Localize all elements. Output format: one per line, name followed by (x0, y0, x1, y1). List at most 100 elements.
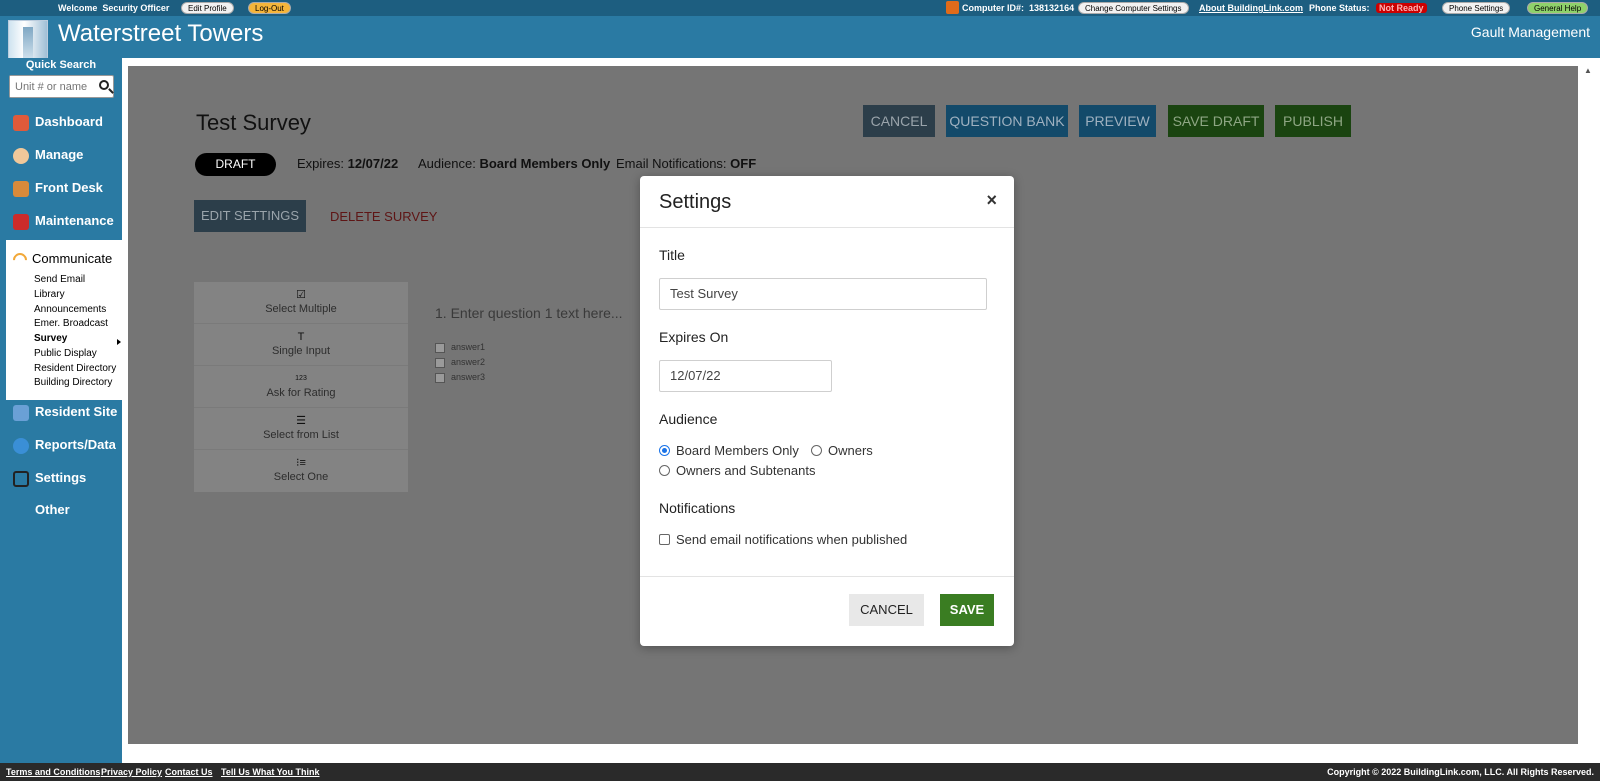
divider (640, 227, 1014, 228)
site-title: Waterstreet Towers (58, 20, 264, 47)
sidebar-item-maintenance[interactable]: Maintenance (0, 207, 122, 237)
sidebar-item-settings[interactable]: Settings (0, 464, 122, 494)
checkbox[interactable] (435, 357, 445, 368)
welcome-text: Welcome Security Officer (58, 3, 170, 13)
quick-search-label: Quick Search (25, 59, 97, 71)
terms-link[interactable]: Terms and Conditions (6, 767, 100, 777)
submenu-library[interactable]: Library (34, 289, 65, 300)
sidebar-item-label: Reports/Data (35, 437, 116, 452)
cancel-button[interactable]: CANCEL (863, 105, 935, 137)
qtype-select-from-list[interactable]: ☰ Select from List (194, 408, 408, 450)
monitor-icon (13, 405, 29, 421)
status-badge: DRAFT (195, 153, 276, 176)
sidebar-item-front-desk[interactable]: Front Desk (0, 174, 122, 204)
answer-option[interactable]: answer1 (435, 342, 485, 353)
submenu-survey[interactable]: Survey (34, 333, 67, 344)
submenu-emer-broadcast[interactable]: Emer. Broadcast (34, 318, 108, 329)
computer-id-label: Computer ID#: 138132164 (962, 3, 1075, 13)
privacy-link[interactable]: Privacy Policy (101, 767, 162, 777)
save-draft-button[interactable]: SAVE DRAFT (1168, 105, 1264, 137)
audience-radio-board[interactable]: Board Members Only (659, 443, 799, 458)
submenu-announcements[interactable]: Announcements (34, 304, 106, 315)
audience-radio-owners[interactable]: Owners (811, 443, 873, 458)
text-icon: T (297, 331, 305, 343)
qtype-select-multiple[interactable]: ☑ Select Multiple (194, 282, 408, 324)
delete-survey-link[interactable]: DELETE SURVEY (330, 209, 437, 224)
edit-profile-button[interactable]: Edit Profile (181, 2, 234, 14)
sidebar-item-dashboard[interactable]: Dashboard (0, 108, 122, 138)
title-input[interactable]: Test Survey (659, 278, 987, 310)
edit-settings-button[interactable]: EDIT SETTINGS (194, 200, 306, 232)
sidebar-item-label: Settings (35, 470, 87, 485)
sidebar-item-communicate[interactable]: Communicate (32, 251, 112, 266)
survey-title: Test Survey (196, 110, 311, 135)
publish-button[interactable]: PUBLISH (1275, 105, 1351, 137)
radio-button[interactable] (811, 445, 822, 456)
audience-radio-subtenants[interactable]: Owners and Subtenants (659, 463, 815, 478)
radio-button[interactable] (659, 445, 670, 456)
checkbox[interactable] (435, 342, 445, 353)
sidebar-item-manage[interactable]: Manage (0, 141, 122, 171)
qtype-ask-for-rating[interactable]: 123 Ask for Rating (194, 366, 408, 408)
close-icon[interactable]: × (986, 190, 997, 211)
tools-icon (13, 471, 29, 487)
modal-save-button[interactable]: SAVE (940, 594, 994, 626)
phone-settings-button[interactable]: Phone Settings (1442, 2, 1511, 14)
notify-checkbox[interactable]: Send email notifications when published (659, 532, 907, 547)
broadcast-icon (10, 250, 30, 270)
sidebar-item-other[interactable]: Other (0, 496, 122, 526)
radio-button[interactable] (659, 465, 670, 476)
checkbox[interactable] (659, 534, 670, 545)
sidebar-item-label: Manage (35, 147, 84, 162)
modal-title: Settings (659, 191, 732, 213)
expires-date-input[interactable]: 12/07/22 (659, 360, 832, 392)
change-computer-settings-button[interactable]: Change Computer Settings (1078, 2, 1189, 14)
checkbox[interactable] (435, 372, 445, 383)
expires-label: Expires On (659, 329, 729, 345)
preview-button[interactable]: PREVIEW (1079, 105, 1156, 137)
quick-search-input[interactable] (10, 76, 90, 97)
expires-meta: Expires: 12/07/22 (297, 156, 399, 171)
feedback-link[interactable]: Tell Us What You Think (221, 767, 320, 777)
qtype-select-one[interactable]: ⁝≡ Select One (194, 450, 408, 492)
submenu-public-display[interactable]: Public Display (34, 348, 97, 359)
search-icon[interactable] (99, 80, 109, 90)
sidebar: Quick Search Dashboard Manage Front Desk… (0, 58, 122, 763)
person-icon (13, 148, 29, 164)
settings-modal: Settings × Title Test Survey Expires On … (640, 176, 1014, 646)
quick-search-box (9, 75, 114, 98)
sidebar-item-label: Maintenance (35, 213, 114, 228)
scroll-up-icon[interactable]: ▲ (1584, 66, 1592, 75)
logout-button[interactable]: Log-Out (248, 2, 291, 14)
phone-status-value: Not Ready (1376, 3, 1427, 13)
answer-option[interactable]: answer3 (435, 372, 485, 383)
vertical-scrollbar[interactable]: ▲ (1580, 66, 1596, 744)
checkbox-icon: ☑ (296, 289, 306, 301)
question-bank-button[interactable]: QUESTION BANK (946, 105, 1068, 137)
sidebar-item-label: Resident Site (35, 404, 118, 419)
question-types-panel: ☑ Select Multiple T Single Input 123 Ask… (194, 282, 408, 492)
divider (640, 576, 1014, 577)
notifications-label: Notifications (659, 500, 736, 516)
about-link[interactable]: About BuildingLink.com (1199, 3, 1303, 13)
sidebar-item-resident-site[interactable]: Resident Site (0, 398, 122, 428)
sidebar-item-label: Front Desk (35, 180, 103, 195)
audience-meta: Audience: Board Members Only (418, 156, 611, 171)
submenu-send-email[interactable]: Send Email (34, 274, 85, 285)
radio-list-icon: ⁝≡ (296, 457, 306, 469)
submenu-resident-directory[interactable]: Resident Directory (34, 363, 116, 374)
modal-cancel-button[interactable]: CANCEL (849, 594, 924, 626)
answer-option[interactable]: answer2 (435, 357, 485, 368)
top-bar: Welcome Security Officer Edit Profile Lo… (0, 0, 1600, 16)
active-arrow-icon (117, 339, 121, 345)
qtype-single-input[interactable]: T Single Input (194, 324, 408, 366)
rating-icon: 123 (295, 375, 307, 382)
question-text[interactable]: 1. Enter question 1 text here... (435, 305, 623, 321)
submenu-building-directory[interactable]: Building Directory (34, 377, 112, 388)
sidebar-item-reports[interactable]: Reports/Data (0, 431, 122, 461)
sidebar-item-label: Other (35, 502, 70, 517)
footer: Terms and Conditions Privacy Policy Cont… (0, 763, 1600, 781)
general-help-button[interactable]: General Help (1527, 2, 1589, 14)
contact-link[interactable]: Contact Us (165, 767, 213, 777)
warning-icon (946, 1, 959, 14)
